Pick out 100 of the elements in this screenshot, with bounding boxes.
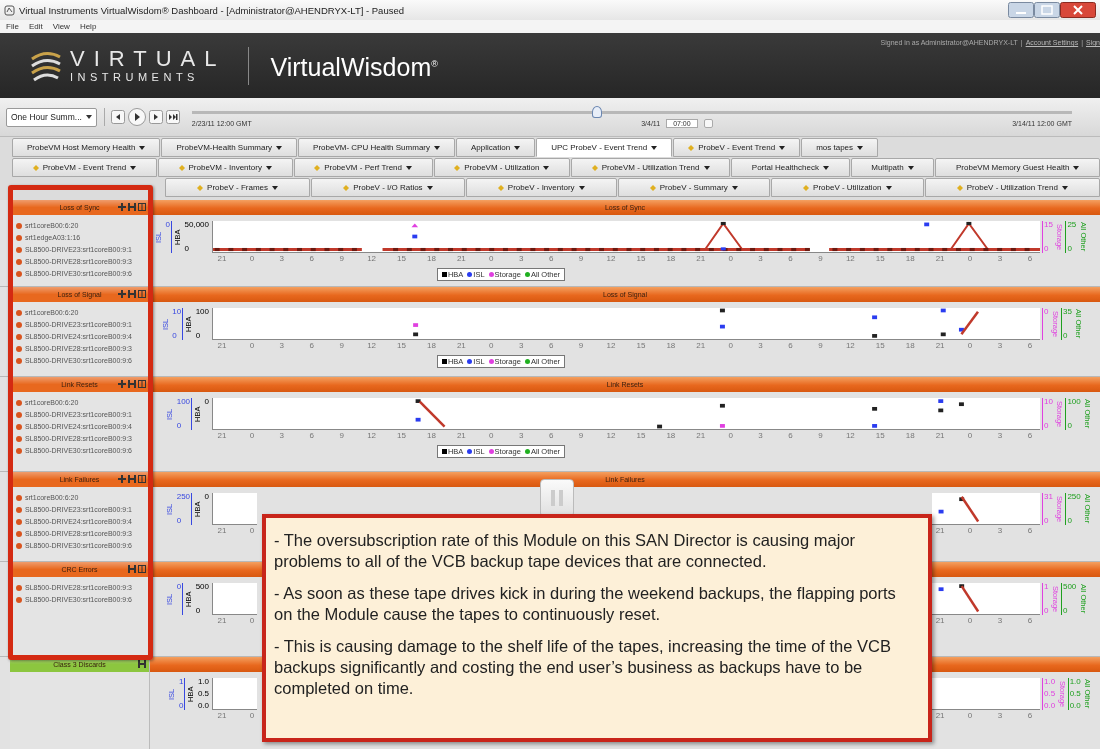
diamond-icon <box>591 164 598 171</box>
tab[interactable]: Portal Healthcheck <box>731 158 850 177</box>
tab[interactable]: ProbeVM - Utilization Trend <box>571 158 731 177</box>
status-dot <box>16 321 22 328</box>
skip-to-end-button[interactable] <box>165 110 180 124</box>
status-dot <box>16 345 22 352</box>
caret-icon <box>265 165 272 170</box>
pause-button[interactable] <box>540 479 574 517</box>
axis-tick: 3 <box>996 711 1004 721</box>
axis-tick: 0.5 <box>1044 690 1056 698</box>
axis-tick: 18 <box>426 254 437 264</box>
diamond-icon <box>343 184 350 191</box>
plus-icon[interactable] <box>118 475 126 483</box>
tab[interactable]: ProbeVM - Utilization <box>433 158 571 177</box>
tab[interactable]: ProbeV - Frames <box>165 178 311 197</box>
menu-item[interactable]: Edit <box>28 22 43 31</box>
caret-icon <box>130 165 137 170</box>
axis-tick: 0 <box>488 341 495 351</box>
axis-tick: 21 <box>934 341 946 351</box>
axis-tick: 0 <box>488 254 495 264</box>
menu-item[interactable]: View <box>52 22 70 31</box>
axis-tick: 0 <box>248 431 256 441</box>
step-back-button[interactable] <box>110 110 125 124</box>
tab[interactable]: mos tapes <box>801 138 879 157</box>
axis-tick: 6 <box>787 254 794 264</box>
resize-icon[interactable] <box>128 565 136 573</box>
columns-icon[interactable] <box>138 475 146 483</box>
status-dot <box>16 423 22 430</box>
axis-tick: 3 <box>757 254 764 264</box>
columns-icon[interactable] <box>138 380 146 388</box>
axis-tick: 21 <box>216 526 228 536</box>
axis-tick: 6 <box>1026 254 1034 264</box>
minimize-button[interactable] <box>1008 2 1034 18</box>
caret-icon <box>578 185 585 190</box>
status-dot <box>16 530 22 537</box>
axis-tick: 0 <box>248 254 256 264</box>
axis-tick: 3 <box>518 341 525 351</box>
axis-tick: 0 <box>1062 332 1069 340</box>
tab[interactable]: ProbeV - Utilization <box>770 178 924 197</box>
axis-tick: 3 <box>996 254 1004 264</box>
tab[interactable]: ProbeVM - Event Trend <box>12 158 157 177</box>
tab[interactable]: ProbeVM-Health Summary <box>161 138 298 157</box>
columns-icon[interactable] <box>138 290 146 298</box>
axis-tick: 100 <box>176 398 191 406</box>
axis-tick: 12 <box>844 431 856 441</box>
plus-icon[interactable] <box>118 203 126 211</box>
tab[interactable]: ProbeV - Utilization Trend <box>924 178 1100 197</box>
resize-icon[interactable] <box>128 203 136 211</box>
axis-tick: 6 <box>1026 526 1034 536</box>
status-dot <box>16 258 22 265</box>
axis-tick: 18 <box>426 431 437 441</box>
axis-tick: 0 <box>248 616 256 626</box>
diamond-icon <box>454 164 461 171</box>
plus-icon[interactable] <box>118 290 126 298</box>
axis-tick: 3 <box>757 341 764 351</box>
axis-tick: 1 <box>178 678 184 686</box>
axis-tick: 6 <box>308 341 315 351</box>
timeline-thumb[interactable] <box>591 106 602 118</box>
caret-icon <box>907 165 914 170</box>
tab[interactable]: UPC ProbeV - Event Trend <box>536 138 673 157</box>
tab[interactable]: ProbeVM- CPU Health Summary <box>298 138 455 157</box>
tab[interactable]: Application <box>456 138 536 157</box>
menu-item[interactable]: File <box>6 22 19 31</box>
tab[interactable]: ProbeVM Host Memory Health <box>12 138 161 157</box>
caret-icon <box>276 145 283 150</box>
axis-tick: 0 <box>1067 517 1073 525</box>
columns-icon[interactable] <box>138 203 146 211</box>
tab[interactable]: ProbeVM - Inventory <box>157 158 293 177</box>
tab[interactable]: Multipath <box>850 158 935 177</box>
plus-icon[interactable] <box>118 380 126 388</box>
tab[interactable]: ProbeV - Event Trend <box>673 138 801 157</box>
axis-tick: 0 <box>966 526 974 536</box>
axis-tick: 3 <box>518 431 525 441</box>
resize-icon[interactable] <box>128 380 136 388</box>
resize-icon[interactable] <box>128 475 136 483</box>
axis-tick: 6 <box>308 254 315 264</box>
tab[interactable]: ProbeVM Memory Guest Health <box>935 158 1100 177</box>
axis-tick: 6 <box>547 431 555 441</box>
tab[interactable]: ProbeVM - Perf Trend <box>293 158 433 177</box>
resize-icon[interactable] <box>128 290 136 298</box>
axis-tick: 12 <box>605 431 617 441</box>
diamond-icon <box>32 164 39 171</box>
tab[interactable]: ProbeV - Inventory <box>465 178 617 197</box>
summary-dropdown[interactable]: One Hour Summ... <box>6 107 97 127</box>
tab[interactable]: ProbeV - Summary <box>617 178 770 197</box>
step-forward-button[interactable] <box>148 110 163 124</box>
maximize-button[interactable] <box>1034 2 1060 18</box>
close-button[interactable] <box>1060 2 1096 18</box>
play-button[interactable] <box>127 108 146 126</box>
axis-tick: 15 <box>396 254 407 264</box>
status-dot <box>16 435 22 442</box>
axis-tick: 9 <box>577 341 585 351</box>
axis-tick: 0 <box>176 422 183 430</box>
resize-icon[interactable] <box>138 660 146 668</box>
tab[interactable]: ProbeV - I/O Ratios <box>311 178 465 197</box>
caret-icon <box>731 185 738 190</box>
axis-tick: 6 <box>547 254 555 264</box>
axis-tick: 21 <box>695 431 707 441</box>
menu-item[interactable]: Help <box>79 22 97 31</box>
columns-icon[interactable] <box>138 565 146 573</box>
